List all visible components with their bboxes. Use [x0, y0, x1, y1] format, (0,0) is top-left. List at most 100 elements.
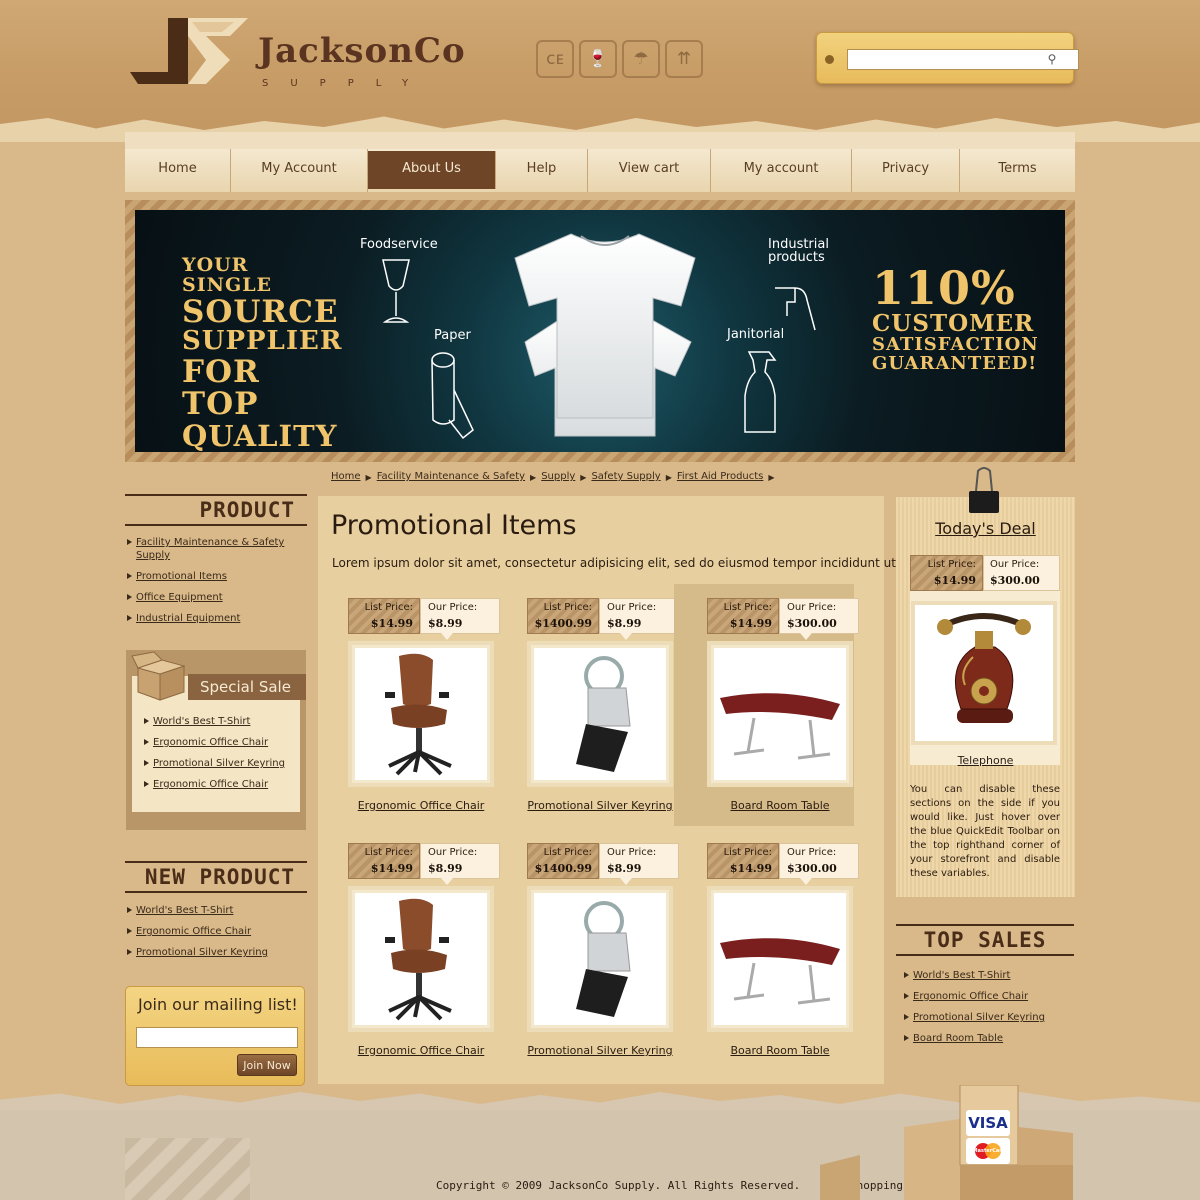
product-image-table[interactable]	[707, 886, 853, 1032]
deal-product-link[interactable]: Telephone	[896, 754, 1075, 767]
product-name-link[interactable]: Board Room Table	[677, 799, 883, 812]
nav-view-cart-4[interactable]: View cart	[588, 149, 711, 192]
sidebar-link[interactable]: Facility Maintenance & Safety Supply	[136, 537, 284, 561]
product-name-link[interactable]: Ergonomic Office Chair	[318, 799, 524, 812]
sidebar-link[interactable]: Ergonomic Office Chair	[153, 737, 268, 748]
list-item: Promotional Silver Keyring	[127, 946, 297, 959]
nav-about-us-2[interactable]: About Us	[368, 151, 496, 189]
our-price-label: Our Price:	[787, 602, 837, 613]
breadcrumb-separator-icon: ▶	[580, 473, 587, 482]
telephone-image[interactable]	[911, 601, 1057, 745]
product-image-keyring[interactable]	[527, 641, 673, 787]
list-price-tag: List Price: $1400.99	[527, 598, 599, 634]
new-product-list: World's Best T-Shirt Ergonomic Office Cha…	[127, 904, 297, 967]
banner-label-foodservice: Foodservice	[360, 237, 438, 252]
breadcrumb-link[interactable]: Safety Supply	[591, 471, 660, 482]
product-name-link[interactable]: Ergonomic Office Chair	[318, 1044, 524, 1057]
nav-my-account-1[interactable]: My Account	[231, 149, 368, 192]
breadcrumb-item: Supply	[541, 471, 575, 484]
our-price-label: Our Price:	[428, 847, 478, 858]
list-price-label: List Price:	[723, 602, 772, 613]
breadcrumb-link[interactable]: Facility Maintenance & Safety	[377, 471, 525, 482]
sidebar-link[interactable]: World's Best T-Shirt	[913, 970, 1010, 981]
industrial-nozzle-icon	[775, 287, 816, 331]
search-icon[interactable]: ⚲	[1043, 51, 1061, 68]
mastercard-icon: MasterCard	[966, 1138, 1010, 1164]
keyring-illustration	[534, 648, 666, 780]
new-product-heading: NEW PRODUCT	[125, 861, 307, 893]
sidebar-link[interactable]: Board Room Table	[913, 1033, 1003, 1044]
join-now-button[interactable]: Join Now	[237, 1054, 297, 1076]
sidebar-link[interactable]: World's Best T-Shirt	[153, 716, 250, 727]
nav-help-3[interactable]: Help	[496, 149, 588, 192]
footer-stripes	[125, 1138, 250, 1200]
banner-right-line: GUARANTEED!	[872, 353, 1038, 375]
nav-terms-7[interactable]: Terms	[960, 149, 1075, 192]
banner-label-paper: Paper	[434, 328, 471, 343]
list-price-value: $14.99	[370, 862, 413, 875]
list-item: Office Equipment	[127, 591, 297, 604]
our-price-value: $8.99	[428, 862, 463, 875]
mailing-list-box: Join our mailing list! Join Now	[125, 986, 305, 1086]
banner-left-line: YOUR SINGLE	[182, 254, 273, 296]
nav-home-0[interactable]: Home	[125, 149, 231, 192]
sidebar-link[interactable]: Promotional Silver Keyring	[913, 1012, 1045, 1023]
sidebar-link[interactable]: Ergonomic Office Chair	[136, 926, 251, 937]
product-card: List Price: $14.99 Our Price: $300.00 Board …	[677, 829, 859, 1063]
product-image-table[interactable]	[707, 641, 853, 787]
site-header: JacksonCo SUPPLY ᴄᴇ 🍷 ☂ ⇈ ⚲	[0, 0, 1200, 140]
nav-my-account-5[interactable]: My account	[711, 149, 852, 192]
sidebar-link[interactable]: Promotional Items	[136, 571, 227, 582]
banner-left-line: QUALITY	[182, 418, 338, 452]
list-price-label: List Price:	[543, 602, 592, 613]
list-price-tag: List Price: $14.99	[348, 598, 420, 634]
banner-label-industrial: Industrial products	[768, 237, 829, 265]
product-image-chair[interactable]	[348, 886, 494, 1032]
todays-deal-title[interactable]: Today's Deal	[896, 519, 1075, 538]
sidebar-link[interactable]: Promotional Silver Keyring	[136, 947, 268, 958]
chair-illustration	[355, 648, 487, 780]
product-name-link[interactable]: Board Room Table	[677, 1044, 883, 1057]
sidebar-link[interactable]: Promotional Silver Keyring	[153, 758, 285, 769]
product-name-link[interactable]: Promotional Silver Keyring	[497, 1044, 703, 1057]
keyring-illustration	[534, 893, 666, 1025]
product-image-chair[interactable]	[348, 641, 494, 787]
deal-description: You can disable these sections on the si…	[910, 784, 1060, 879]
hero-banner[interactable]: YOUR SINGLE SOURCE SUPPLIER FOR TOP QUALITY …	[135, 210, 1065, 452]
logo-mark[interactable]	[130, 14, 248, 90]
our-price-label: Our Price:	[428, 602, 478, 613]
breadcrumb-link[interactable]: First Aid Products	[677, 471, 764, 482]
deal-list-price: List Price: $14.99	[910, 555, 983, 591]
breadcrumb-link[interactable]: Supply	[541, 471, 575, 482]
banner-frame: YOUR SINGLE SOURCE SUPPLIER FOR TOP QUALITY …	[125, 200, 1075, 462]
breadcrumb-item: First Aid Products	[677, 471, 764, 484]
list-price-label: List Price:	[543, 847, 592, 858]
mailing-email-input[interactable]	[136, 1027, 298, 1048]
sidebar-link[interactable]: Ergonomic Office Chair	[153, 779, 268, 790]
banner-left-line: FOR TOP	[182, 353, 260, 423]
product-card: List Price: $1400.99 Our Price: $8.99 Promot…	[497, 584, 679, 818]
sidebar-link[interactable]: World's Best T-Shirt	[136, 905, 233, 916]
deal-our-price-label: Our Price:	[990, 559, 1040, 570]
list-item: Industrial Equipment	[127, 612, 297, 625]
sidebar-link[interactable]: Industrial Equipment	[136, 613, 240, 624]
sidebar-link[interactable]: Office Equipment	[136, 592, 223, 603]
deal-our-price-value: $300.00	[990, 574, 1040, 587]
special-sale-title: Special Sale	[188, 674, 306, 700]
logo-name[interactable]: JacksonCo	[258, 34, 466, 68]
list-item: Facility Maintenance & Safety Supply	[127, 536, 297, 562]
spray-bottle-icon	[744, 351, 777, 433]
nav-privacy-6[interactable]: Privacy	[852, 149, 960, 192]
breadcrumb-separator-icon: ▶	[768, 473, 775, 482]
breadcrumb-link[interactable]: Home	[331, 471, 361, 482]
visa-card-icon: VISA	[966, 1110, 1010, 1136]
our-price-value: $300.00	[787, 617, 837, 630]
product-image-keyring[interactable]	[527, 886, 673, 1032]
breadcrumb-item: Home	[331, 471, 361, 484]
banner-right-line: CUSTOMER	[872, 310, 1035, 338]
table-illustration	[714, 648, 846, 780]
product-name-link[interactable]: Promotional Silver Keyring	[497, 799, 703, 812]
our-price-tag: Our Price: $8.99	[599, 598, 679, 640]
sidebar-link[interactable]: Ergonomic Office Chair	[913, 991, 1028, 1002]
binder-clip-icon	[969, 467, 999, 513]
